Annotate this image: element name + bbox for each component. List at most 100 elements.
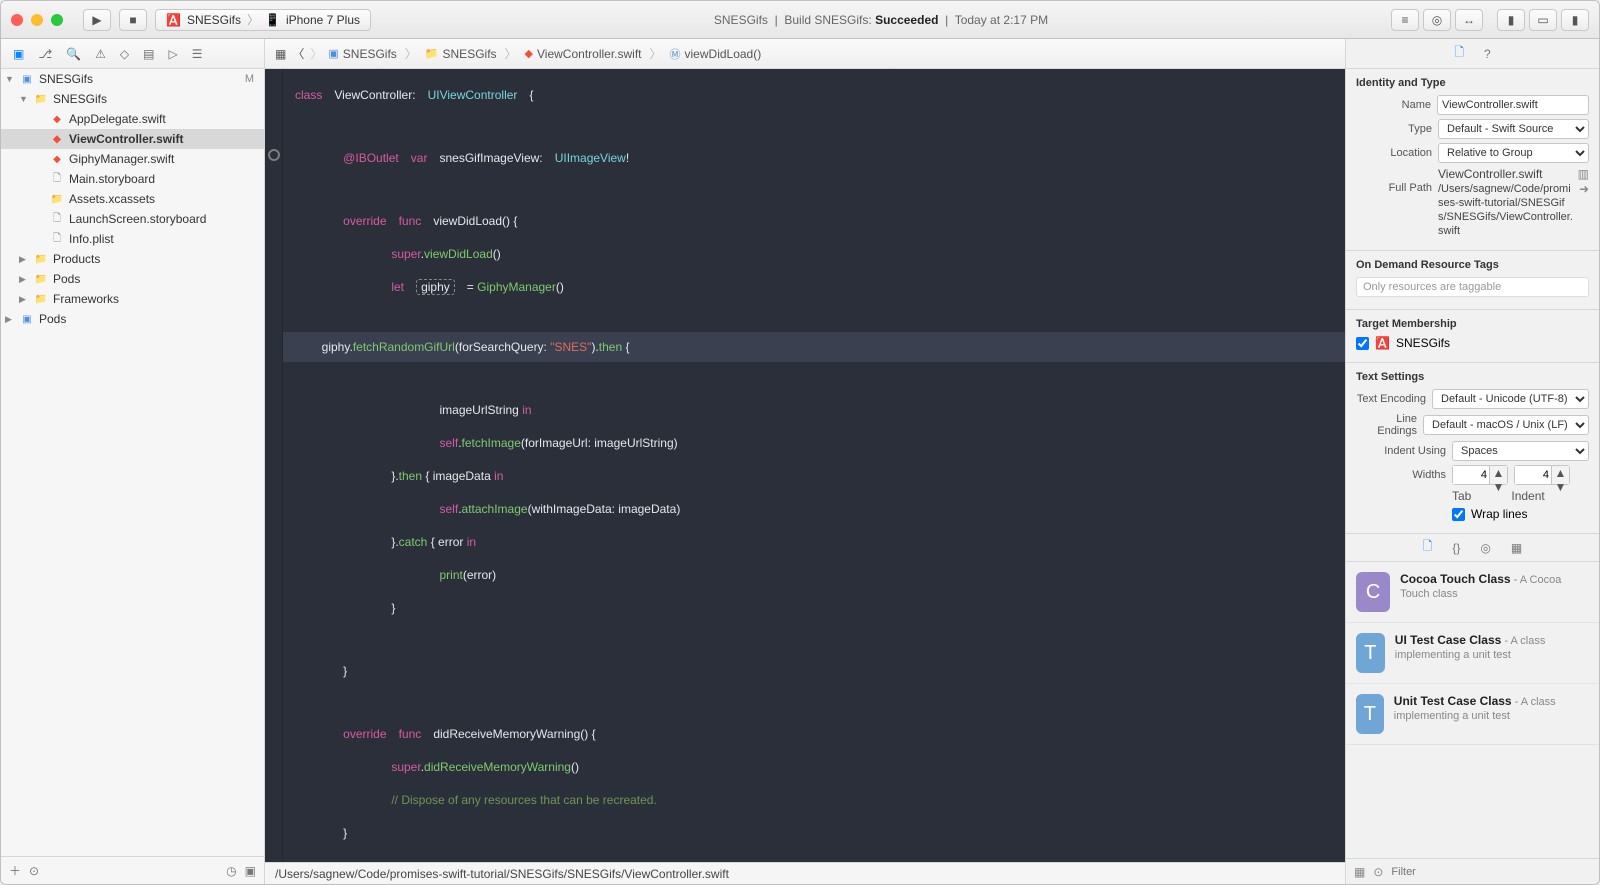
method-icon: Ⓜ [670, 46, 681, 62]
zoom-icon[interactable] [51, 14, 63, 26]
widths-label: Widths [1356, 469, 1446, 481]
type-select[interactable]: Default - Swift Source [1438, 119, 1589, 139]
text-settings-section: Text Settings Text EncodingDefault - Uni… [1346, 363, 1599, 534]
tree-item[interactable]: ▶📁Frameworks [1, 289, 264, 309]
location-select[interactable]: Relative to Group [1438, 143, 1589, 163]
library-item[interactable]: TUnit Test Case Class - A class implemen… [1346, 684, 1599, 745]
tree-item[interactable]: ▶📁Products [1, 249, 264, 269]
template-library[interactable]: CCocoa Touch Class - A Cocoa Touch class… [1346, 562, 1599, 858]
activity-time: Today at 2:17 PM [955, 13, 1048, 27]
project-icon: ▣ [328, 47, 338, 60]
line-endings-select[interactable]: Default - macOS / Unix (LF) [1423, 415, 1589, 435]
file-inspector-tab-icon[interactable]: 🗋 [1454, 43, 1464, 64]
tests-tab-icon[interactable]: ◇ [120, 47, 129, 61]
wraplines-label: Wrap lines [1471, 507, 1527, 521]
tree-item[interactable]: ◆ViewController.swift [1, 129, 264, 149]
filter-icon[interactable]: ⊙ [29, 864, 39, 878]
related-items-icon[interactable]: ▦ [275, 47, 286, 61]
scm-icon[interactable]: ▣ [245, 864, 256, 878]
identity-section: Identity and Type Name Type Default - Sw… [1346, 69, 1599, 251]
reports-tab-icon[interactable]: ☰ [192, 47, 203, 61]
library-item[interactable]: TUI Test Case Class - A class implementi… [1346, 623, 1599, 684]
odr-placeholder: Only resources are taggable [1356, 277, 1589, 297]
library-tabs: 🗋 {} ◎ ▦ [1346, 534, 1599, 562]
app-icon: 🅰️ [1375, 336, 1390, 350]
source-control-tab-icon[interactable]: ⎇ [38, 47, 52, 61]
toggle-navigator-button[interactable]: ▮ [1497, 9, 1525, 31]
code-snippets-tab-icon[interactable]: {} [1452, 541, 1460, 555]
tree-item[interactable]: ◆GiphyManager.swift [1, 149, 264, 169]
back-button[interactable]: 〈 [292, 45, 304, 62]
tree-item[interactable]: ▶📁Pods [1, 269, 264, 289]
encoding-label: Text Encoding [1356, 393, 1426, 405]
media-tab-icon[interactable]: ▦ [1511, 541, 1522, 555]
library-filter-input[interactable] [1391, 866, 1591, 878]
activity-status: Succeeded [875, 13, 938, 27]
status-bar: /Users/sagnew/Code/promises-swift-tutori… [265, 862, 1345, 884]
tree-item[interactable]: 🗋Main.storyboard [1, 169, 264, 189]
code-editor[interactable]: class ViewController: UIViewController {… [283, 69, 1345, 862]
window-controls [11, 14, 63, 26]
toggle-inspector-button[interactable]: ▮ [1561, 9, 1589, 31]
library-item[interactable]: CCocoa Touch Class - A Cocoa Touch class [1346, 562, 1599, 623]
crumb-folder[interactable]: SNESGifs [443, 47, 497, 61]
breakpoints-tab-icon[interactable]: ▷ [168, 47, 177, 61]
folder-icon: 📁 [425, 47, 439, 60]
tree-item[interactable]: ▶▣Pods [1, 309, 264, 329]
gutter[interactable] [265, 69, 283, 862]
editor-assistant-button[interactable]: ◎ [1423, 9, 1451, 31]
editor-standard-button[interactable]: ≡ [1391, 9, 1419, 31]
objects-tab-icon[interactable]: ◎ [1480, 541, 1490, 555]
debug-tab-icon[interactable]: ▤ [143, 47, 154, 61]
project-tab-icon[interactable]: ▣ [13, 47, 24, 61]
tree-item[interactable]: 📁Assets.xcassets [1, 189, 264, 209]
jump-bar[interactable]: ▦ 〈 〉 ▣SNESGifs 〉 📁SNESGifs 〉 ◆ViewContr… [265, 39, 1345, 69]
filter-icon[interactable]: ⊙ [1373, 865, 1383, 879]
relative-file: ViewController.swift [1438, 167, 1542, 181]
indent-using-label: Indent Using [1356, 445, 1446, 457]
tree-item[interactable]: ▼📁SNESGifs [1, 89, 264, 109]
tree-item[interactable]: 🗋LaunchScreen.storyboard [1, 209, 264, 229]
line-endings-label: Line Endings [1356, 413, 1417, 437]
grid-icon[interactable]: ▦ [1354, 865, 1365, 879]
issues-tab-icon[interactable]: ⚠ [95, 47, 106, 61]
app-icon: 🅰️ [166, 13, 181, 27]
stop-button[interactable]: ■ [119, 9, 147, 31]
swift-icon: ◆ [525, 47, 533, 60]
quickhelp-tab-icon[interactable]: ? [1484, 47, 1491, 61]
target-name: SNESGifs [1396, 336, 1450, 350]
editor-version-button[interactable]: ↔ [1455, 9, 1483, 31]
encoding-select[interactable]: Default - Unicode (UTF-8) [1432, 389, 1589, 409]
run-button[interactable]: ▶ [83, 9, 111, 31]
indent-using-select[interactable]: Spaces [1452, 441, 1589, 461]
scheme-selector[interactable]: 🅰️ SNESGifs 〉 📱 iPhone 7 Plus [155, 9, 371, 31]
indent-width-stepper[interactable]: ▲▼ [1514, 465, 1570, 485]
choose-path-icon[interactable]: ▥ [1578, 167, 1589, 181]
tab-width-stepper[interactable]: ▲▼ [1452, 465, 1508, 485]
minimize-icon[interactable] [31, 14, 43, 26]
name-field[interactable] [1437, 95, 1589, 115]
status-path: /Users/sagnew/Code/promises-swift-tutori… [275, 867, 729, 881]
recent-icon[interactable]: ◷ [226, 864, 236, 878]
crumb-file[interactable]: ViewController.swift [537, 47, 641, 61]
close-icon[interactable] [11, 14, 23, 26]
connection-indicator-icon[interactable] [268, 149, 280, 161]
toggle-debug-button[interactable]: ▭ [1529, 9, 1557, 31]
tree-item[interactable]: ◆AppDelegate.swift [1, 109, 264, 129]
chevron-right-icon: 〉 [247, 11, 259, 28]
target-checkbox[interactable] [1356, 337, 1369, 350]
crumb-project[interactable]: SNESGifs [343, 47, 397, 61]
search-tab-icon[interactable]: 🔍 [66, 47, 81, 61]
file-templates-tab-icon[interactable]: 🗋 [1423, 537, 1433, 558]
crumb-symbol[interactable]: viewDidLoad() [685, 47, 762, 61]
reveal-arrow-icon[interactable]: ➜ [1579, 182, 1589, 196]
tree-item[interactable]: 🗋Info.plist [1, 229, 264, 249]
activity-action: Build SNESGifs: [784, 13, 871, 27]
activity-viewer: SNESGifs | Build SNESGifs: Succeeded | T… [379, 13, 1383, 27]
forward-button[interactable]: 〉 [310, 45, 322, 62]
wraplines-checkbox[interactable] [1452, 508, 1465, 521]
add-button[interactable]: ＋ [9, 862, 21, 879]
file-tree[interactable]: ▼▣SNESGifsM▼📁SNESGifs◆AppDelegate.swift◆… [1, 69, 264, 856]
tree-root[interactable]: ▼▣SNESGifsM [1, 69, 264, 89]
chevron-right-icon: 〉 [650, 45, 662, 62]
